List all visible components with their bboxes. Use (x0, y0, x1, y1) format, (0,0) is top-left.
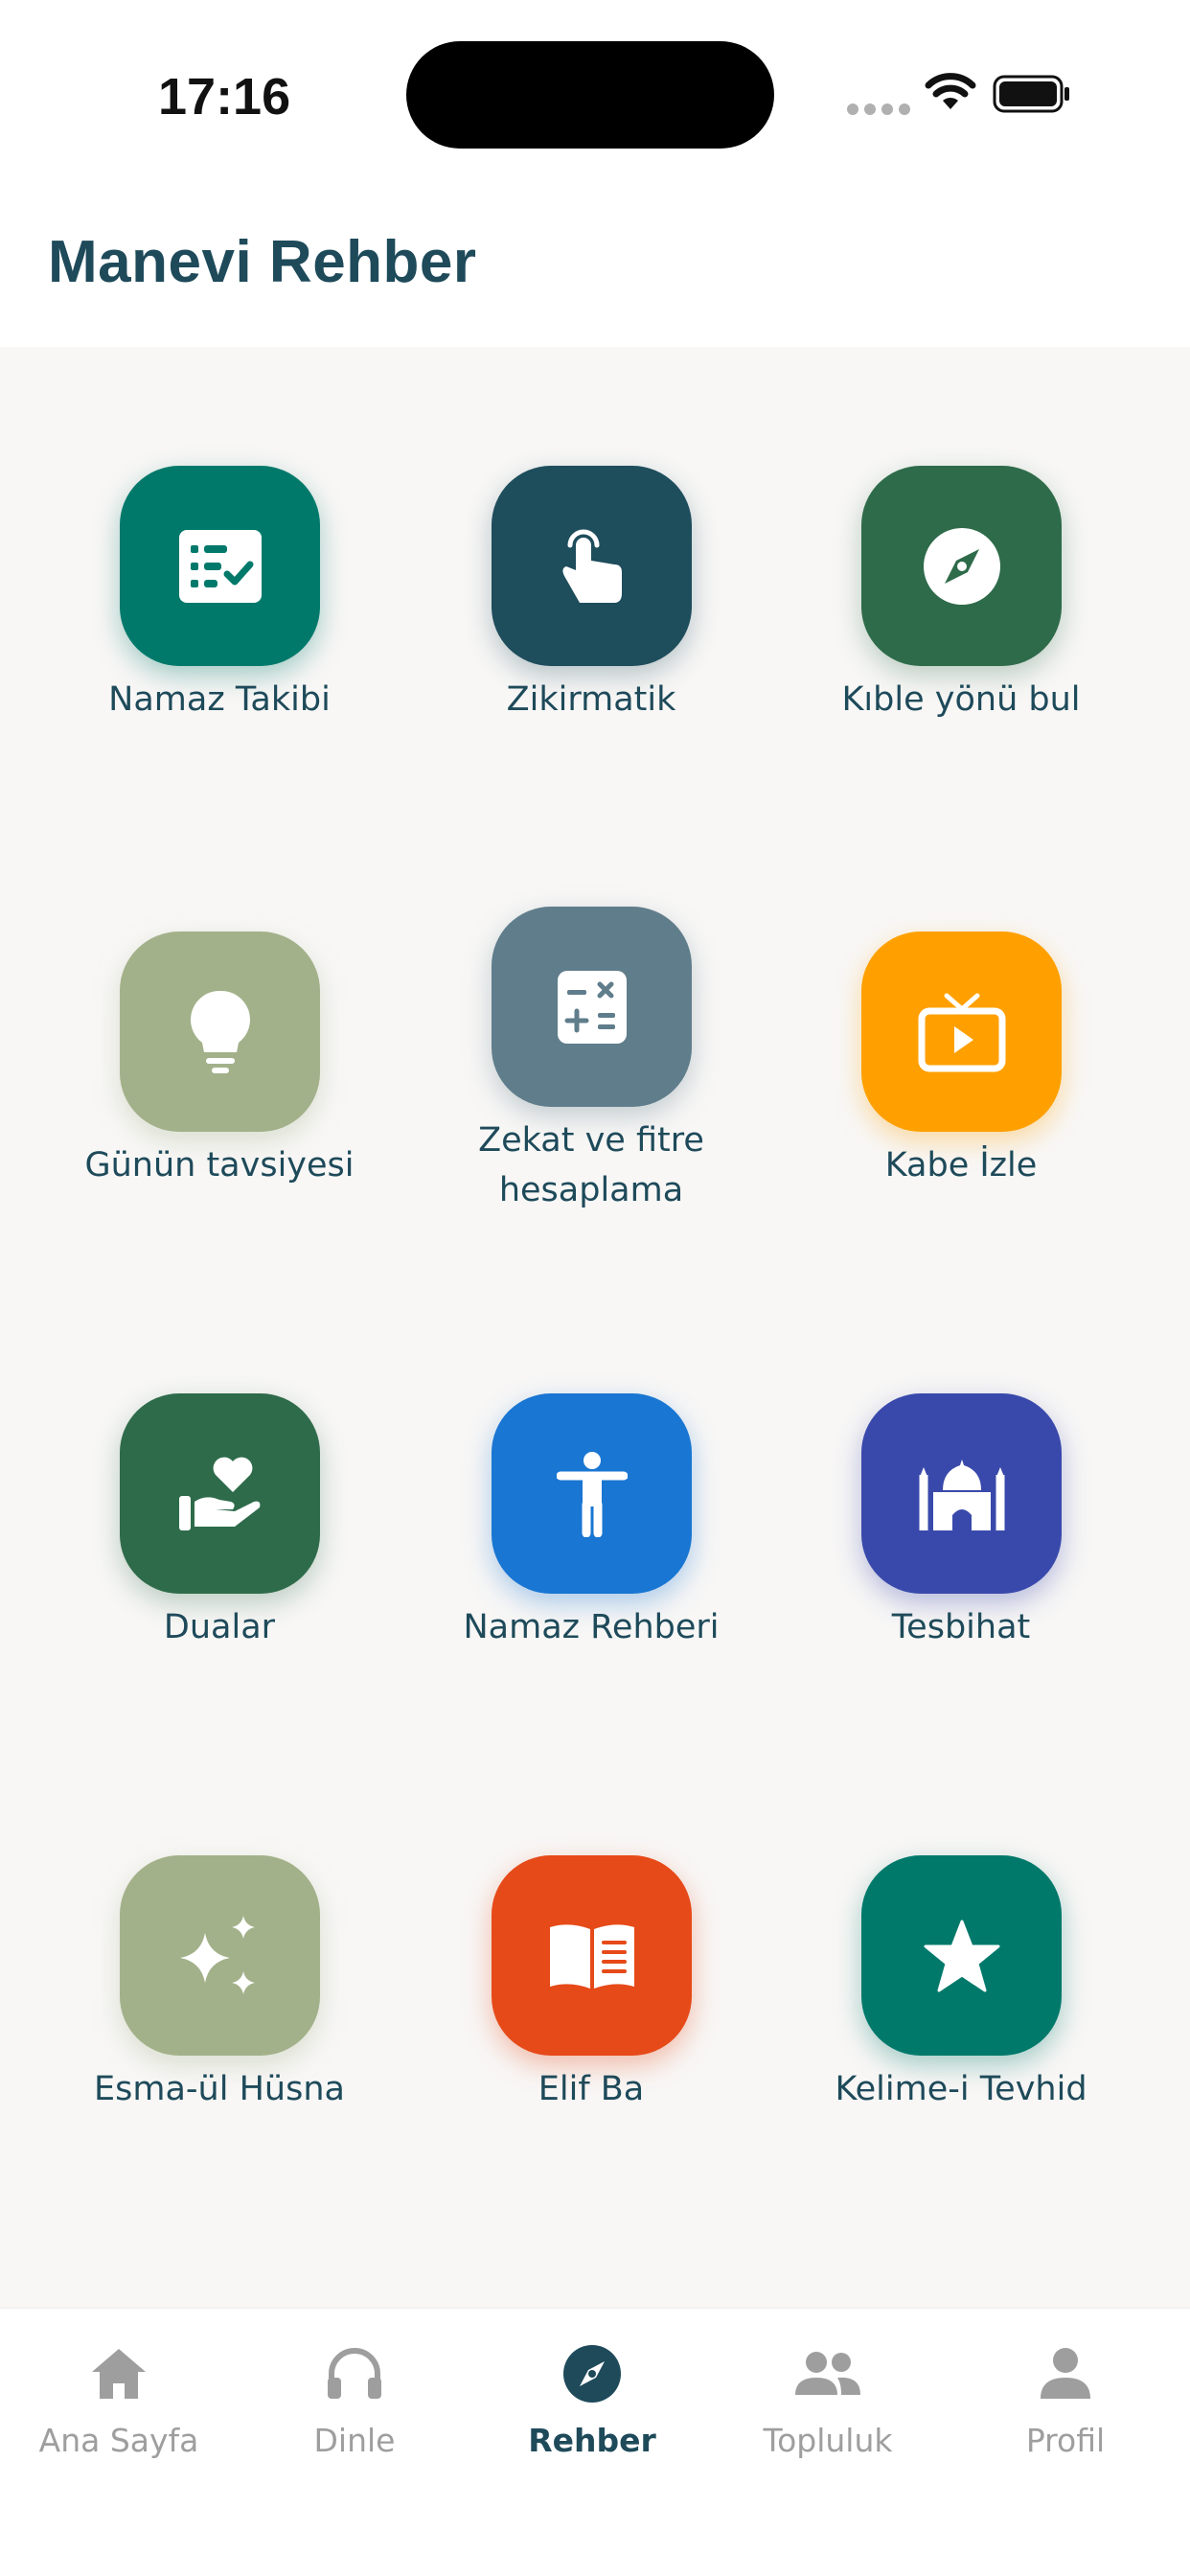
wifi-icon (925, 73, 976, 109)
compass-icon (563, 2345, 621, 2403)
tile-label: Kabe İzle (884, 1146, 1038, 1184)
tile-icon-box (861, 1393, 1062, 1594)
star-icon (924, 1920, 999, 1991)
tile-label: Günün tavsiyesi (84, 1146, 355, 1184)
tile-gunun-tavsiyesi[interactable]: Günün tavsiyesi (34, 932, 404, 1219)
home-icon (92, 2349, 146, 2399)
status-icons (843, 69, 1092, 123)
tile-label: Dualar (163, 1608, 276, 1646)
tab-label: Rehber (528, 2422, 656, 2459)
tile-zikirmatik[interactable]: Zikirmatik (406, 466, 776, 753)
tile-icon-box (492, 1855, 692, 2056)
tile-kelime-i-tevhid[interactable]: Kelime-i Tevhid (776, 1855, 1146, 2143)
tile-dualar[interactable]: Dualar (34, 1393, 404, 1681)
tab-label: Topluluk (763, 2422, 893, 2459)
dynamic-island (406, 41, 774, 149)
page-title: Manevi Rehber (48, 229, 477, 295)
calculator-icon (557, 970, 627, 1044)
tile-label: Namaz Rehberi (463, 1608, 720, 1646)
tile-zekat-ve-fitre[interactable]: Zekat ve fitre hesaplama (406, 907, 776, 1232)
tv-play-icon (918, 993, 1005, 1071)
tile-label: Kelime-i Tevhid (835, 2070, 1087, 2108)
tile-label-line2: hesaplama (498, 1171, 684, 1209)
tile-label: Esma-ül Hüsna (94, 2070, 345, 2108)
checklist-icon (178, 529, 262, 603)
tile-label-line1: Zekat ve fitre (478, 1121, 704, 1160)
tile-tesbihat[interactable]: Tesbihat (776, 1393, 1146, 1681)
tile-label: Elif Ba (538, 2070, 645, 2108)
tile-label: Kıble yönü bul (841, 680, 1081, 719)
open-book-icon (549, 1923, 634, 1989)
tile-elif-ba[interactable]: Elif Ba (406, 1855, 776, 2143)
tap-hand-icon (561, 529, 622, 603)
tile-label: Tesbihat (891, 1608, 1031, 1646)
tile-icon-box (861, 932, 1062, 1132)
feature-grid: Namaz Takibi Zikirmatik Kıble yönü bul G… (0, 347, 1190, 2302)
tile-label: Namaz Takibi (108, 680, 331, 719)
tile-icon-box (120, 1855, 320, 2056)
tile-namaz-rehberi[interactable]: Namaz Rehberi (406, 1393, 776, 1681)
tab-ana-sayfa[interactable]: Ana Sayfa (0, 2337, 238, 2472)
tile-icon-box (492, 1393, 692, 1594)
tile-icon-box (120, 1393, 320, 1594)
status-time: 17:16 (158, 68, 291, 126)
tab-label: Dinle (313, 2422, 396, 2459)
header: Manevi Rehber (0, 182, 1190, 347)
headphones-icon (328, 2348, 381, 2399)
tile-namaz-takibi[interactable]: Namaz Takibi (34, 466, 404, 753)
tab-label: Profil (1025, 2422, 1106, 2459)
person-accessibility-icon (556, 1451, 628, 1537)
lightbulb-icon (190, 990, 250, 1073)
compass-icon (923, 527, 1000, 605)
status-bar: 17:16 (0, 0, 1190, 182)
tile-icon-box (861, 1855, 1062, 2056)
tile-icon-box (861, 466, 1062, 666)
tab-dinle[interactable]: Dinle (236, 2337, 473, 2472)
bottom-tab-bar: Ana Sayfa Dinle Rehber Topluluk Profil (0, 2308, 1190, 2576)
tile-kabe-izle[interactable]: Kabe İzle (776, 932, 1146, 1219)
signal-icon (847, 104, 910, 115)
person-icon (1041, 2348, 1090, 2399)
battery-icon (993, 75, 1069, 113)
tile-icon-box (492, 907, 692, 1107)
tile-label: Zikirmatik (506, 680, 676, 719)
tile-icon-box (120, 466, 320, 666)
tab-profil[interactable]: Profil (947, 2337, 1184, 2472)
hand-heart-icon (178, 1457, 260, 1530)
tab-topluluk[interactable]: Topluluk (709, 2337, 947, 2472)
sparkles-icon (179, 1915, 255, 1994)
people-icon (795, 2352, 860, 2395)
tab-rehber[interactable]: Rehber (473, 2337, 711, 2472)
tile-kible-yonu-bul[interactable]: Kıble yönü bul (776, 466, 1146, 753)
tile-icon-box (120, 932, 320, 1132)
mosque-icon (919, 1459, 1004, 1530)
tab-label: Ana Sayfa (38, 2422, 199, 2459)
tile-icon-box (492, 466, 692, 666)
tile-esma-ul-husna[interactable]: Esma-ül Hüsna (34, 1855, 404, 2143)
